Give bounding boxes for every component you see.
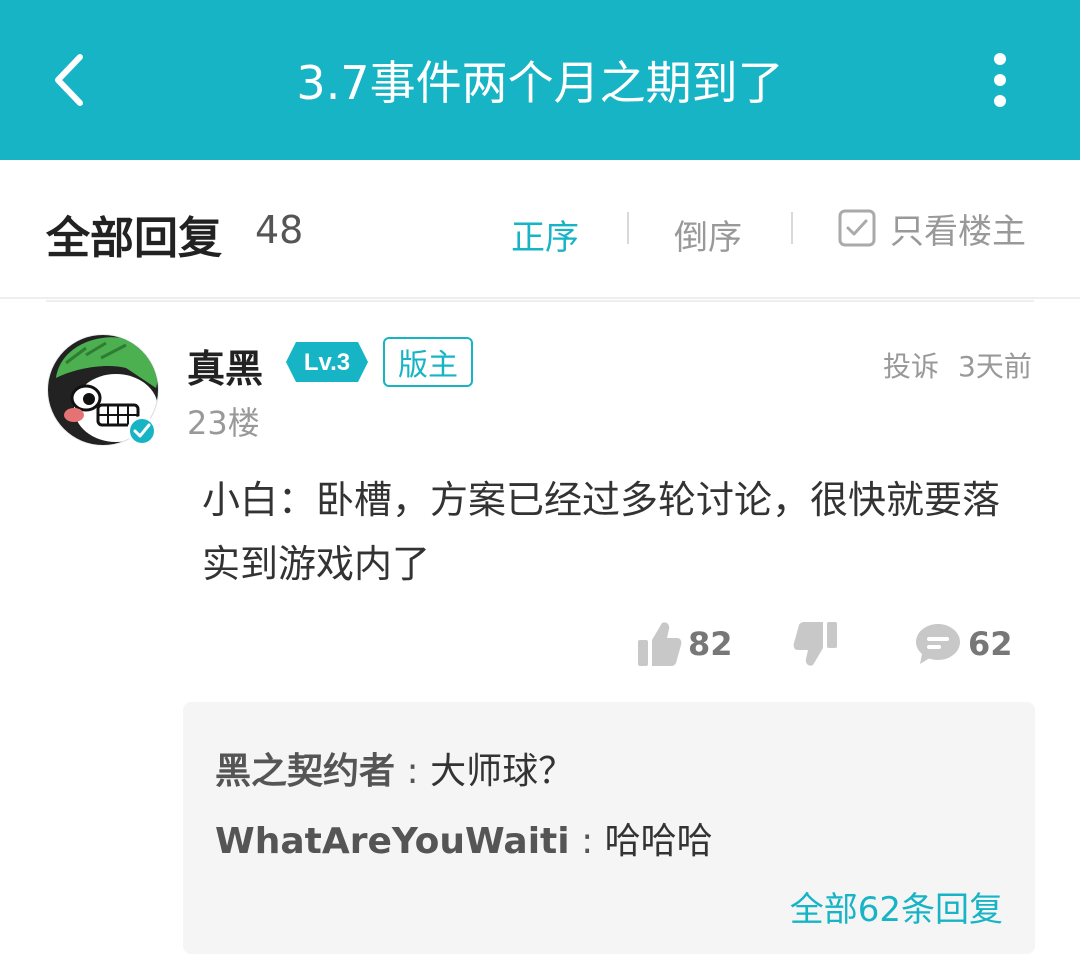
page-title: 3.7事件两个月之期到了	[296, 56, 784, 110]
comment-bubble-icon	[916, 624, 960, 664]
reply-header: 全部回复 48 正序 倒序 只看楼主	[0, 162, 1080, 299]
more-button[interactable]	[960, 40, 1040, 120]
avatar[interactable]	[46, 333, 160, 447]
sub-reply-text: 哈哈哈	[604, 821, 713, 862]
reply-count: 48	[255, 208, 304, 252]
more-vertical-icon	[994, 53, 1006, 107]
top-bar: 3.7事件两个月之期到了	[0, 0, 1080, 160]
only-op-toggle[interactable]: 只看楼主	[838, 206, 1026, 252]
level-text: Lv.3	[304, 349, 350, 376]
sub-reply-separator: :	[581, 821, 594, 862]
report-button[interactable]: 投诉	[883, 345, 939, 385]
sub-reply-text: 大师球？	[430, 751, 575, 792]
view-all-replies-link[interactable]: 全部62条回复	[790, 882, 1003, 931]
sort-ascending-button[interactable]: 正序	[511, 210, 579, 259]
sort-descending-button[interactable]: 倒序	[674, 210, 742, 259]
separator	[627, 212, 629, 244]
thumbs-up-icon	[638, 622, 682, 666]
only-op-label: 只看楼主	[890, 211, 1026, 252]
chevron-left-icon	[55, 54, 83, 106]
sub-reply-user[interactable]: 黑之契约者	[215, 751, 395, 792]
comment-button[interactable]: 62	[914, 617, 1013, 671]
like-button[interactable]: 82	[636, 617, 733, 671]
avatar-image	[47, 334, 159, 446]
thumbs-down-icon	[793, 622, 837, 666]
post-time: 3天前	[958, 350, 1032, 383]
separator	[791, 212, 793, 244]
moderator-badge: 版主	[383, 337, 473, 387]
sub-reply-user[interactable]: WhatAreYouWaiti	[215, 821, 570, 862]
level-badge: Lv.3	[284, 340, 370, 388]
back-button[interactable]	[30, 40, 110, 120]
dislike-button[interactable]	[793, 617, 839, 671]
floor-number: 23楼	[187, 404, 260, 442]
username[interactable]: 真黑	[187, 338, 263, 393]
sub-replies-panel: 黑之契约者 : 大师球？ WhatAreYouWaiti : 哈哈哈 全部62条…	[183, 702, 1035, 954]
all-replies-title: 全部回复	[46, 213, 222, 264]
divider	[46, 300, 1034, 302]
post-content: 小白：卧槽，方案已经过多轮讨论，很快就要落实到游戏内了	[202, 478, 1001, 586]
sub-reply[interactable]: 黑之契约者 : 大师球？	[215, 742, 574, 794]
comment-count: 62	[968, 625, 1013, 663]
sub-reply[interactable]: WhatAreYouWaiti : 哈哈哈	[215, 812, 713, 864]
checkbox-icon[interactable]	[838, 209, 876, 247]
like-count: 82	[688, 625, 733, 663]
sub-reply-separator: :	[406, 751, 419, 792]
